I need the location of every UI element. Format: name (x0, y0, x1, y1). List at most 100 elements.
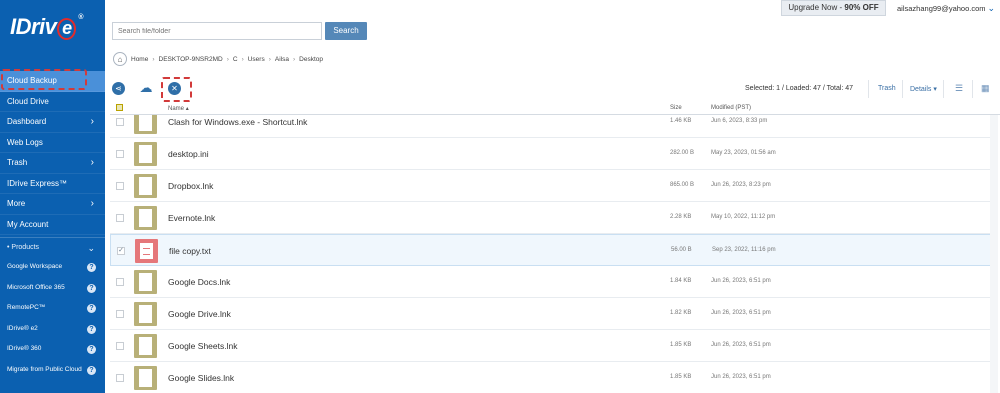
help-icon[interactable]: ? (87, 365, 96, 375)
file-icon (134, 174, 157, 198)
toolbar: ⋖ ☁ ✕ Selected: 1 / Loaded: 47 / Total: … (105, 78, 1000, 100)
file-name[interactable]: file copy.txt (169, 246, 211, 256)
file-icon (134, 206, 157, 230)
file-modified: Jun 6, 2023, 8:33 pm (711, 118, 768, 124)
table-row[interactable]: Google Slides.lnk 1.85 KB Jun 26, 2023, 6:… (110, 362, 995, 393)
column-size[interactable]: Size (670, 105, 682, 111)
table-row[interactable]: Dropbox.lnk 865.00 B Jun 26, 2023, 8:23 pm (110, 170, 995, 202)
breadcrumb-item[interactable]: Desktop (299, 56, 323, 63)
file-size: 865.00 B (670, 182, 695, 188)
row-checkbox[interactable] (116, 374, 124, 382)
selection-status: Selected: 1 / Loaded: 47 / Total: 47 (745, 85, 854, 92)
file-modified: May 10, 2022, 11:12 pm (711, 214, 776, 220)
file-name[interactable]: desktop.ini (168, 149, 209, 159)
table-row[interactable]: Google Sheets.lnk 1.85 KB Jun 26, 2023, 6:… (110, 330, 995, 362)
sort-asc-icon: ▴ (185, 106, 189, 112)
table-row[interactable]: Evernote.lnk 2.28 KB May 10, 2022, 11:12 p… (110, 202, 995, 234)
file-name[interactable]: Dropbox.lnk (168, 181, 213, 191)
file-name[interactable]: Evernote.lnk (168, 213, 215, 223)
sidebar-nav: Cloud Backup Cloud Drive Dashboard › Web Log… (0, 71, 105, 381)
search-box (112, 22, 322, 40)
column-name[interactable]: Name ▴ (168, 105, 189, 112)
help-icon[interactable]: ? (87, 283, 96, 293)
share-icon[interactable]: ⋖ (112, 82, 125, 95)
row-checkbox[interactable] (116, 310, 124, 318)
file-icon (134, 270, 157, 294)
product-item-google-workspace[interactable]: Google Workspace? (0, 257, 105, 278)
chevron-right-icon: › (90, 157, 94, 168)
row-checkbox[interactable] (116, 150, 124, 158)
table-row[interactable]: ✓ file copy.txt 56.00 B Sep 23, 2022, 11:16… (110, 234, 995, 266)
file-modified: May 23, 2023, 01:56 am (711, 150, 776, 156)
file-name[interactable]: Google Sheets.lnk (168, 341, 237, 351)
remove-icon[interactable]: ✕ (168, 82, 181, 95)
upgrade-button[interactable]: Upgrade Now - 90% OFF (781, 0, 886, 16)
help-icon[interactable]: ? (87, 263, 96, 272)
row-checkbox[interactable] (116, 118, 124, 126)
sidebar-item-cloud-drive[interactable]: Cloud Drive (0, 92, 105, 112)
product-item-microsoft-office-365[interactable]: Microsoft Office 365? (0, 278, 105, 299)
sidebar-item-cloud-backup[interactable]: Cloud Backup (0, 71, 105, 92)
breadcrumb-item[interactable]: Ailsa (275, 56, 289, 63)
help-icon[interactable]: ? (87, 345, 96, 355)
idrive-logo[interactable]: IDriv e® (10, 14, 84, 40)
file-size: 56.00 B (671, 247, 692, 253)
product-item-remotepc[interactable]: RemotePC™? (0, 298, 105, 319)
file-name[interactable]: Google Slides.lnk (168, 373, 234, 383)
table-header: Name ▴ Size Modified (PST) (110, 103, 1000, 115)
file-name[interactable]: Clash for Windows.exe - Shortcut.lnk (168, 117, 307, 127)
file-name[interactable]: Google Drive.lnk (168, 309, 231, 319)
search-button[interactable]: Search (325, 22, 367, 40)
row-checkbox[interactable] (116, 278, 124, 286)
sidebar-item-web-logs[interactable]: Web Logs (0, 133, 105, 153)
chevron-right-icon: › (90, 198, 94, 209)
user-menu[interactable]: ailsazhang99@yahoo.com ⌄ (897, 3, 995, 14)
file-icon (134, 334, 157, 358)
products-section-header[interactable]: • Products ⌄ (0, 237, 105, 257)
row-checkbox[interactable] (116, 214, 124, 222)
product-item-migrate-from-public-cloud[interactable]: Migrate from Public Cloud? (0, 360, 105, 381)
trash-link[interactable]: Trash (878, 85, 896, 92)
details-dropdown[interactable]: Details ▾ (910, 85, 937, 93)
breadcrumb-separator: › (292, 55, 296, 63)
product-item-idrive-e2[interactable]: IDrive® e2? (0, 319, 105, 340)
breadcrumb-separator: › (241, 55, 244, 63)
file-icon (134, 366, 157, 390)
breadcrumb: ⌂ Home › DESKTOP-9NSR2MD › C › Users › Ailsa › Des… (113, 52, 323, 66)
file-name[interactable]: Google Docs.lnk (168, 277, 230, 287)
column-modified[interactable]: Modified (PST) (711, 105, 751, 111)
help-icon[interactable]: ? (87, 324, 96, 334)
cloud-download-icon[interactable]: ☁ (138, 81, 154, 95)
table-row[interactable]: desktop.ini 282.00 B May 23, 2023, 01:56 a… (110, 138, 995, 170)
sidebar-item-dashboard[interactable]: Dashboard › (0, 112, 105, 133)
sidebar-item-trash[interactable]: Trash › (0, 153, 105, 174)
text-file-icon (135, 239, 158, 263)
list-view-icon[interactable]: ☰ (955, 84, 964, 93)
breadcrumb-item[interactable]: Home (131, 56, 148, 63)
file-list: Clash for Windows.exe - Shortcut.lnk 1.46… (110, 115, 1000, 393)
home-icon[interactable]: ⌂ (113, 52, 127, 66)
file-modified: Jun 26, 2023, 8:23 pm (711, 182, 771, 188)
grid-view-icon[interactable]: ▦ (981, 84, 990, 93)
search-input[interactable] (113, 23, 321, 39)
row-checkbox-checked[interactable]: ✓ (117, 247, 125, 255)
table-row[interactable]: Google Drive.lnk 1.82 KB Jun 26, 2023, 6:5… (110, 298, 995, 330)
table-row[interactable]: Clash for Windows.exe - Shortcut.lnk 1.46… (110, 115, 995, 138)
product-item-idrive-360[interactable]: IDrive® 360? (0, 339, 105, 360)
table-row[interactable]: Google Docs.lnk 1.84 KB Jun 26, 2023, 6:51… (110, 266, 995, 298)
sidebar-item-idrive-express[interactable]: IDrive Express™ (0, 174, 105, 194)
breadcrumb-item[interactable]: C (233, 56, 238, 63)
row-checkbox[interactable] (116, 182, 124, 190)
file-size: 282.00 B (670, 150, 695, 156)
row-checkbox[interactable] (116, 342, 124, 350)
file-modified: Sep 23, 2022, 11:16 pm (712, 247, 776, 253)
file-size: 2.28 KB (670, 214, 692, 220)
select-all-checkbox[interactable] (116, 104, 123, 111)
help-icon[interactable]: ? (87, 304, 96, 314)
file-modified: Jun 26, 2023, 6:51 pm (711, 374, 771, 380)
breadcrumb-item[interactable]: Users (248, 56, 265, 63)
scrollbar[interactable] (990, 115, 998, 393)
breadcrumb-item[interactable]: DESKTOP-9NSR2MD (159, 56, 223, 63)
sidebar-item-more[interactable]: More › (0, 194, 105, 215)
sidebar-item-my-account[interactable]: My Account (0, 215, 105, 235)
